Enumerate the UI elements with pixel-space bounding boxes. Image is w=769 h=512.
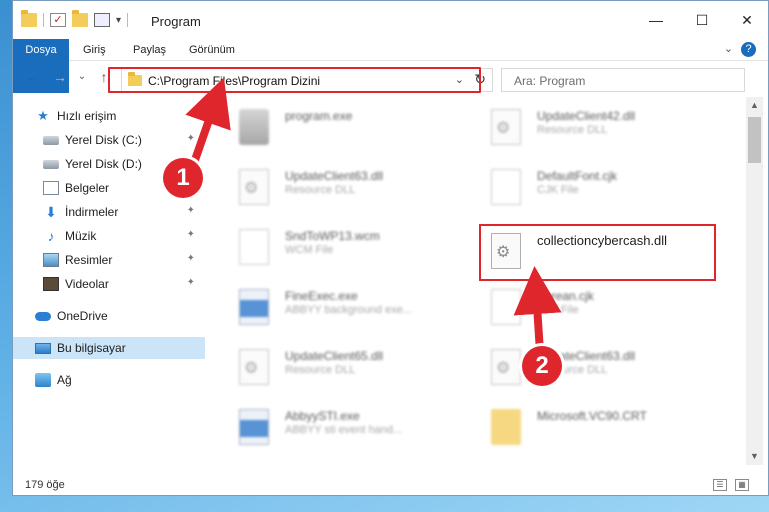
step-badge-2: 2 [522,346,562,386]
arrow-1 [185,77,231,164]
annotation-arrows [185,77,562,356]
step-badge-1: 1 [163,158,203,198]
arrow-2 [513,266,562,356]
